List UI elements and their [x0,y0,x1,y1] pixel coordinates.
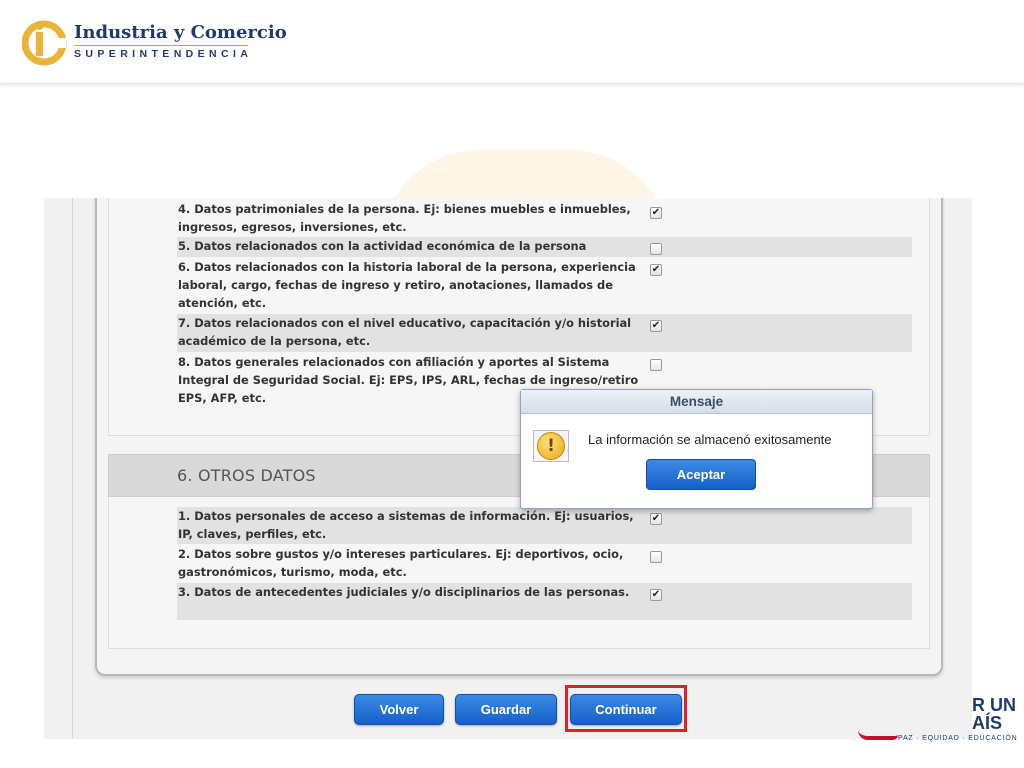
item-label: 7. Datos relacionados con el nivel educa… [178,316,632,348]
back-button[interactable]: Volver [354,694,444,725]
accept-button[interactable]: Aceptar [646,459,756,490]
save-button[interactable]: Guardar [455,694,557,725]
list-item: 1. Datos personales de acceso a sistemas… [177,507,912,544]
list-item: 3. Datos de antecedentes judiciales y/o … [177,583,912,620]
item-label: 6. Datos relacionados con la historia la… [178,260,636,310]
item-checkbox[interactable]: ✔ [650,513,662,525]
sic-logo-icon [22,20,67,66]
section-title: 6. OTROS DATOS [177,466,316,485]
footer-line2: AÍS [972,713,1003,733]
logo-title: Industria y Comercio [74,22,287,43]
footer-tagline: PAZ · EQUIDAD · EDUCACIÓN [898,735,1018,742]
item-checkbox[interactable]: ✔ [650,589,662,601]
item-checkbox[interactable] [650,359,662,371]
list-item: 6. Datos relacionados con la historia la… [177,258,912,312]
item-checkbox[interactable]: ✔ [650,207,662,219]
item-checkbox[interactable]: ✔ [650,264,662,276]
footer-swoosh [858,730,898,740]
item-label: 1. Datos personales de acceso a sistemas… [178,509,634,541]
list-item: 2. Datos sobre gustos y/o intereses part… [177,545,912,582]
footer-line1: R UN [972,695,1016,715]
continue-highlight [565,685,687,732]
logo-divider [74,45,248,46]
form-screenshot: 4. Datos patrimoniales de la persona. Ej… [44,198,972,739]
header-bar: Industria y Comercio SUPERINTENDENCIA [0,0,1024,84]
list-item: 5. Datos relacionados con la actividad e… [177,237,912,257]
logo-subtitle: SUPERINTENDENCIA [74,48,253,60]
footer-logo: R UN AÍS PAZ · EQUIDAD · EDUCACIÓN [858,690,1024,750]
dialog-title: Mensaje [521,390,872,414]
sic-logo: Industria y Comercio SUPERINTENDENCIA [22,18,287,70]
list-item: 4. Datos patrimoniales de la persona. Ej… [177,200,912,236]
item-label: 2. Datos sobre gustos y/o intereses part… [178,547,624,579]
item-label: 5. Datos relacionados con la actividad e… [178,239,587,253]
list-item: 7. Datos relacionados con el nivel educa… [177,314,912,352]
item-checkbox[interactable]: ✔ [650,320,662,332]
message-dialog: Mensaje ! La información se almacenó exi… [520,389,873,509]
warning-symbol: ! [537,432,565,460]
item-label: 3. Datos de antecedentes judiciales y/o … [178,585,630,599]
item-checkbox[interactable] [650,243,662,255]
dialog-message: La información se almacenó exitosamente [588,432,832,447]
outer-border [72,198,73,739]
item-label: 4. Datos patrimoniales de la persona. Ej… [178,202,631,234]
warning-icon: ! [533,430,569,462]
item-checkbox[interactable] [650,551,662,563]
